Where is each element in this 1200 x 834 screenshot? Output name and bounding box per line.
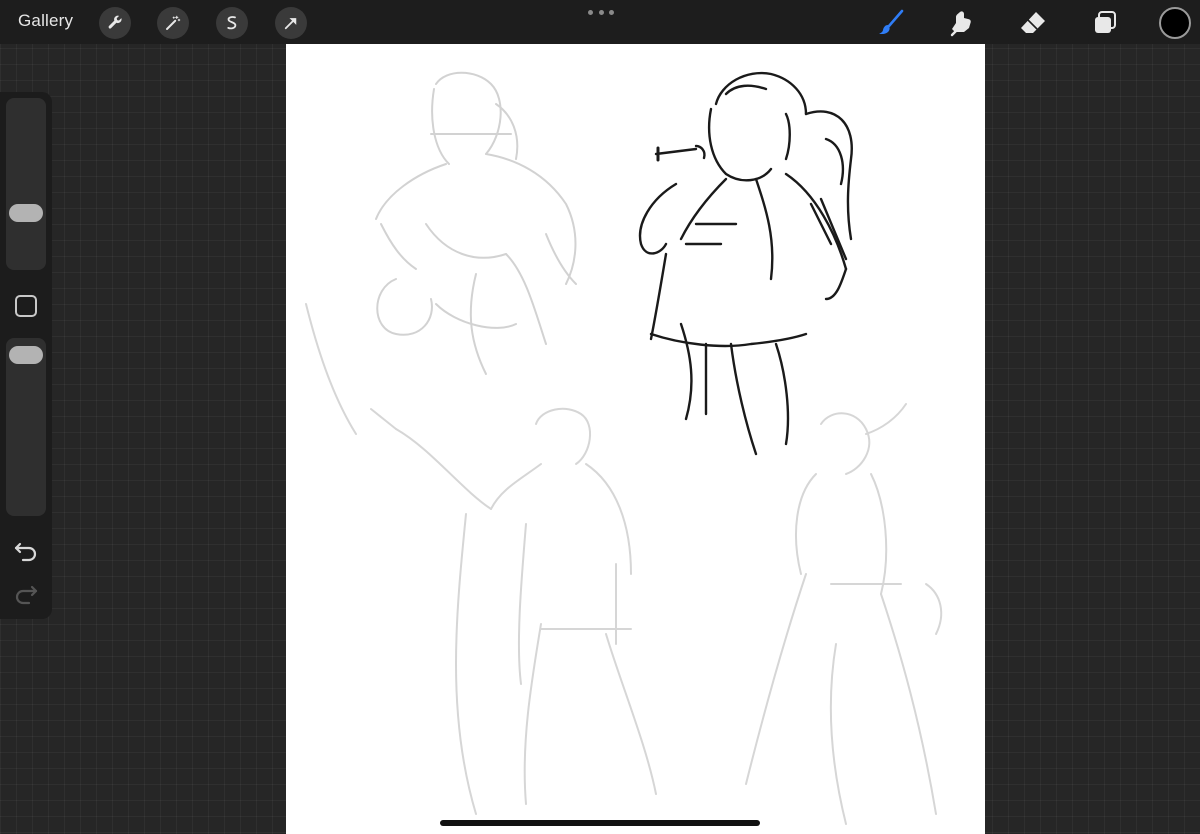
undo-icon[interactable]: [13, 537, 39, 563]
smudge-icon: [950, 11, 971, 37]
opacity-handle[interactable]: [9, 346, 43, 364]
drawing-canvas[interactable]: [286, 44, 985, 834]
transform-button[interactable]: [275, 7, 307, 39]
sketch-dancing-figure-right: [745, 403, 943, 825]
modify-button[interactable]: [15, 295, 37, 317]
magic-wand-icon: [166, 15, 181, 30]
brush-size-slider[interactable]: [6, 98, 46, 270]
brush-icon: [879, 9, 904, 35]
left-sidebar: [0, 92, 52, 619]
color-picker-button[interactable]: [1159, 7, 1191, 39]
sketch-standing-figure-left: [305, 303, 657, 815]
top-toolbar: Gallery: [0, 0, 1200, 44]
transform-arrow-icon: [284, 18, 297, 30]
lineart-singer: [638, 71, 853, 456]
sketch-artwork: [305, 71, 943, 825]
eraser-tool-button[interactable]: [1016, 6, 1050, 40]
paint-tool-button[interactable]: [874, 6, 908, 40]
eraser-icon: [1021, 12, 1045, 33]
layers-icon: [1095, 11, 1116, 33]
layers-button[interactable]: [1088, 6, 1122, 40]
selection-button[interactable]: [216, 7, 248, 39]
selection-icon: [227, 16, 237, 30]
actions-button[interactable]: [99, 7, 131, 39]
gallery-button[interactable]: Gallery: [18, 11, 73, 31]
sketch-crouching-figure: [375, 71, 577, 375]
brush-size-handle[interactable]: [9, 204, 43, 222]
redo-icon[interactable]: [13, 580, 39, 606]
smudge-tool-button[interactable]: [944, 6, 978, 40]
adjustments-button[interactable]: [157, 7, 189, 39]
wrench-icon: [108, 15, 122, 29]
more-options-icon[interactable]: [588, 2, 614, 22]
home-indicator: [440, 820, 760, 826]
opacity-slider[interactable]: [6, 338, 46, 516]
